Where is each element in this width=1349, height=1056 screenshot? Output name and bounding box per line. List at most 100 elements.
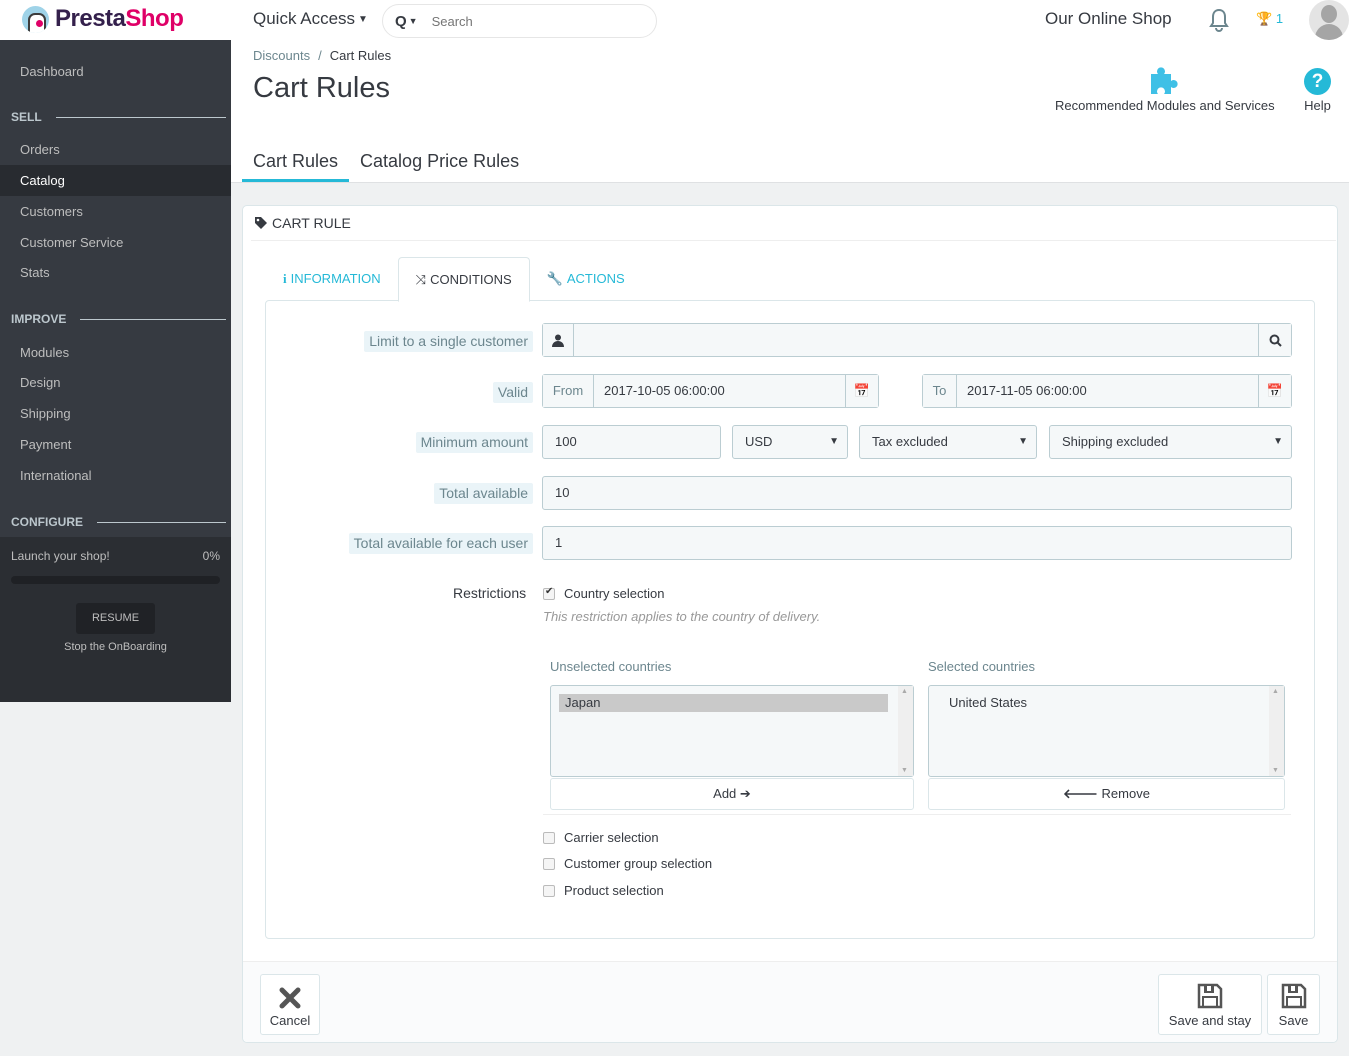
- caret-down-icon: ▼: [1273, 436, 1283, 447]
- floppy-disk-icon: [1159, 975, 1261, 1009]
- tab-conditions[interactable]: ⤨ CONDITIONS: [397, 257, 530, 302]
- help-button[interactable]: ? Help: [1304, 64, 1331, 113]
- scrollbar[interactable]: [1269, 686, 1284, 776]
- sidebar-item-international[interactable]: International: [0, 460, 231, 491]
- onboarding-percent: 0%: [202, 549, 220, 563]
- user-avatar[interactable]: [1309, 0, 1349, 40]
- close-icon: [261, 975, 319, 1009]
- total-available-label: Total available: [434, 483, 533, 504]
- recommended-modules-label: Recommended Modules and Services: [1055, 98, 1275, 113]
- valid-to-group: To 2017-11-05 06:00:00 📅: [922, 374, 1292, 408]
- country-option-united-states[interactable]: United States: [943, 694, 1027, 712]
- quick-access-dropdown[interactable]: Quick Access ▼: [253, 9, 368, 29]
- help-label: Help: [1304, 98, 1331, 113]
- sidebar-item-payment[interactable]: Payment: [0, 429, 231, 460]
- product-selection-label[interactable]: Product selection: [564, 883, 664, 898]
- unselected-countries-list[interactable]: Japan: [550, 685, 914, 777]
- minimum-amount-input[interactable]: 100: [542, 425, 721, 459]
- save-and-stay-button[interactable]: Save and stay: [1158, 974, 1262, 1035]
- tab-information[interactable]: i INFORMATION: [266, 257, 398, 301]
- divider: [55, 116, 226, 118]
- valid-from-input[interactable]: 2017-10-05 06:00:00: [604, 375, 725, 407]
- prestashop-logo[interactable]: PrestaShop: [22, 5, 184, 33]
- divider: [543, 814, 1291, 815]
- customer-group-selection-checkbox[interactable]: [543, 858, 555, 870]
- shop-name-link[interactable]: Our Online Shop: [1045, 9, 1172, 29]
- country-selection-checkbox[interactable]: [543, 586, 555, 600]
- customer-input-group: [542, 323, 1292, 357]
- trophy-badge[interactable]: 🏆 1: [1256, 11, 1283, 27]
- tax-select[interactable]: Tax excluded ▼: [859, 425, 1037, 459]
- shuffle-icon: ⤨: [415, 271, 427, 287]
- recommended-modules-button[interactable]: Recommended Modules and Services: [1055, 64, 1275, 113]
- sidebar-item-customers[interactable]: Customers: [0, 196, 231, 227]
- puzzle-icon: [1055, 64, 1275, 98]
- cancel-button[interactable]: Cancel: [260, 974, 320, 1035]
- currency-value: USD: [745, 434, 773, 449]
- to-addon: To: [923, 375, 957, 407]
- tab-cart-rules[interactable]: Cart Rules: [242, 144, 350, 182]
- search-input[interactable]: [431, 13, 632, 29]
- country-selection-label[interactable]: Country selection: [564, 586, 664, 601]
- shipping-select[interactable]: Shipping excluded ▼: [1049, 425, 1292, 459]
- tab-catalog-price-rules[interactable]: Catalog Price Rules: [349, 144, 530, 182]
- caret-down-icon: ▼: [829, 436, 839, 447]
- tab-actions[interactable]: 🔧 ACTIONS: [530, 257, 642, 301]
- product-selection-checkbox[interactable]: [543, 885, 555, 897]
- section-title: IMPROVE: [11, 312, 67, 326]
- page-title: Cart Rules: [253, 72, 390, 104]
- save-label: Save: [1278, 1013, 1309, 1028]
- search-box: Q ▼: [382, 4, 657, 38]
- calendar-icon[interactable]: 📅: [1258, 375, 1291, 407]
- save-button[interactable]: Save: [1267, 974, 1320, 1035]
- search-icon[interactable]: Q: [395, 13, 407, 30]
- currency-select[interactable]: USD ▼: [732, 425, 848, 459]
- sidebar-item-design[interactable]: Design: [0, 367, 231, 398]
- sidebar-item-customer-service[interactable]: Customer Service: [0, 227, 231, 258]
- section-title: SELL: [11, 110, 42, 124]
- selected-countries-list[interactable]: United States: [928, 685, 1285, 777]
- logo-text-shop: Shop: [125, 5, 184, 32]
- sidebar-item-modules[interactable]: Modules: [0, 337, 231, 368]
- sidebar-item-orders[interactable]: Orders: [0, 134, 231, 165]
- carrier-selection-label[interactable]: Carrier selection: [564, 830, 659, 845]
- country-option-japan[interactable]: Japan: [559, 694, 888, 712]
- customer-search-button[interactable]: [1258, 324, 1291, 356]
- add-country-button[interactable]: Add ➔: [550, 778, 914, 810]
- cancel-label: Cancel: [269, 1013, 311, 1028]
- sidebar-item-dashboard[interactable]: Dashboard: [0, 56, 231, 87]
- customer-search-input[interactable]: [575, 324, 1255, 356]
- stop-onboarding-link[interactable]: Stop the OnBoarding: [0, 641, 231, 653]
- breadcrumb-discounts[interactable]: Discounts: [253, 48, 310, 63]
- per-user-input[interactable]: 1: [542, 526, 1292, 560]
- notifications-bell-icon[interactable]: [1208, 8, 1230, 32]
- sidebar-item-shipping[interactable]: Shipping: [0, 398, 231, 429]
- total-available-input[interactable]: 10: [542, 476, 1292, 510]
- restrictions-label: Restrictions: [453, 585, 527, 601]
- top-bar: PrestaShop Quick Access▼ Q▼ Our Online S…: [0, 0, 1349, 40]
- conditions-form: Limit to a single customer Valid From 20…: [265, 300, 1315, 939]
- carrier-selection-checkbox[interactable]: [543, 832, 555, 844]
- scrollbar[interactable]: [898, 686, 913, 776]
- valid-to-input[interactable]: 2017-11-05 06:00:00: [967, 375, 1087, 407]
- tag-icon: [255, 217, 267, 229]
- caret-down-icon: ▼: [358, 14, 368, 26]
- floppy-disk-icon: [1268, 975, 1319, 1009]
- resume-button[interactable]: RESUME: [76, 603, 155, 634]
- tab-label: CONDITIONS: [430, 271, 512, 287]
- save-and-stay-label: Save and stay: [1168, 1013, 1252, 1028]
- page-header: Discounts / Cart Rules Cart Rules Recommen…: [231, 40, 1349, 183]
- breadcrumb-current: Cart Rules: [329, 48, 392, 63]
- calendar-icon[interactable]: 📅: [845, 375, 878, 407]
- sidebar-item-catalog[interactable]: Catalog: [0, 165, 231, 196]
- search-icon: [1269, 334, 1282, 347]
- sidebar-item-stats[interactable]: Stats: [0, 257, 231, 288]
- valid-label: Valid: [492, 382, 533, 403]
- onboarding-title: Launch your shop!: [11, 549, 110, 563]
- minimum-amount-label: Minimum amount: [415, 432, 533, 453]
- customer-group-selection-label[interactable]: Customer group selection: [564, 856, 712, 871]
- remove-country-button[interactable]: 🡐 Remove: [928, 778, 1285, 810]
- caret-down-icon[interactable]: ▼: [409, 16, 418, 26]
- info-icon: i: [283, 271, 287, 286]
- sidebar-section-configure[interactable]: CONFIGURE: [11, 515, 226, 529]
